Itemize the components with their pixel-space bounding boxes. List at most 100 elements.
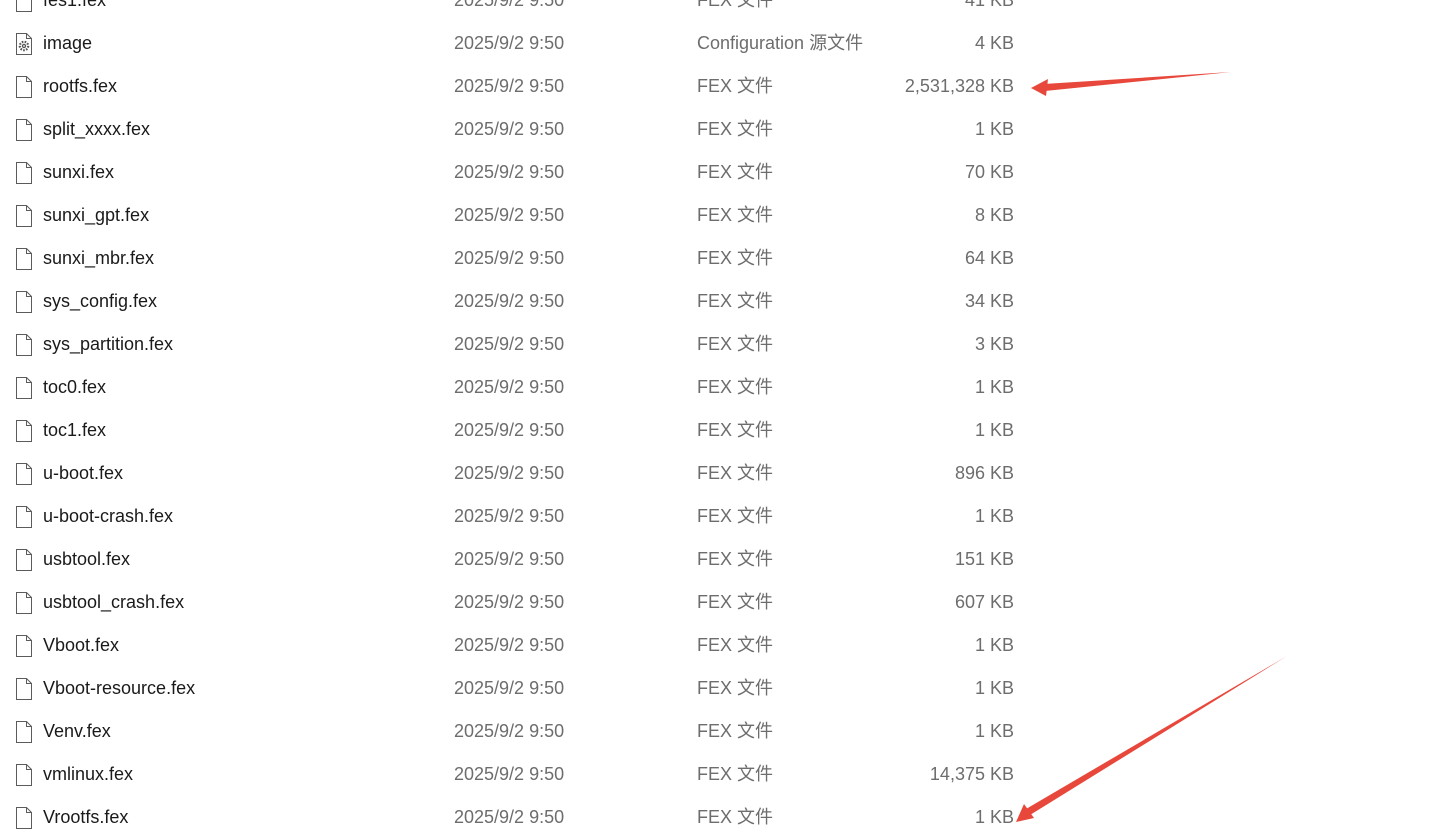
file-modified-date: 2025/9/2 9:50 <box>454 807 565 827</box>
file-modified-date: 2025/9/2 9:50 <box>454 549 565 569</box>
file-row[interactable]: split_xxxx.fex 2025/9/2 9:50 FEX 文件 1 KB <box>0 108 1433 151</box>
file-modified-date: 2025/9/2 9:50 <box>454 0 565 10</box>
blank-file-icon <box>16 291 32 313</box>
file-modified-date: 2025/9/2 9:50 <box>454 764 565 784</box>
file-name: split_xxxx.fex <box>43 119 151 139</box>
file-name: Vboot.fex <box>43 635 120 655</box>
file-row[interactable]: Vrootfs.fex 2025/9/2 9:50 FEX 文件 1 KB <box>0 796 1433 839</box>
file-type: FEX 文件 <box>697 377 774 397</box>
file-modified-date: 2025/9/2 9:50 <box>454 248 565 268</box>
file-size: 2,531,328 KB <box>904 76 1014 96</box>
file-row[interactable]: toc0.fex 2025/9/2 9:50 FEX 文件 1 KB <box>0 366 1433 409</box>
file-size: 64 KB <box>964 248 1014 268</box>
file-type: FEX 文件 <box>697 807 774 827</box>
blank-file-icon <box>16 205 32 227</box>
file-type: FEX 文件 <box>697 291 774 311</box>
file-type: FEX 文件 <box>697 463 774 483</box>
blank-file-icon <box>16 721 32 743</box>
file-name: image <box>43 33 93 53</box>
file-name: sunxi.fex <box>43 162 115 182</box>
file-size: 1 KB <box>974 119 1014 139</box>
file-size: 3 KB <box>974 334 1014 354</box>
file-name: sunxi_mbr.fex <box>43 248 155 268</box>
file-modified-date: 2025/9/2 9:50 <box>454 721 565 741</box>
file-modified-date: 2025/9/2 9:50 <box>454 377 565 397</box>
file-row[interactable]: Vboot-resource.fex 2025/9/2 9:50 FEX 文件 1 K… <box>0 667 1433 710</box>
blank-file-icon <box>16 248 32 270</box>
file-row[interactable]: rootfs.fex 2025/9/2 9:50 FEX 文件 2,531,328 K… <box>0 65 1433 108</box>
file-size: 1 KB <box>974 635 1014 655</box>
blank-file-icon <box>16 463 32 485</box>
blank-file-icon <box>16 420 32 442</box>
file-modified-date: 2025/9/2 9:50 <box>454 205 565 225</box>
file-explorer-view: fes1.fex 2025/9/2 9:50 FEX 文件 41 KB image 202… <box>0 0 1433 839</box>
file-size: 1 KB <box>974 377 1014 397</box>
blank-file-icon <box>16 549 32 571</box>
file-name: u-boot-crash.fex <box>43 506 174 526</box>
file-modified-date: 2025/9/2 9:50 <box>454 334 565 354</box>
file-type: FEX 文件 <box>697 592 774 612</box>
file-name: sys_partition.fex <box>43 334 174 354</box>
file-size: 70 KB <box>964 162 1014 182</box>
file-modified-date: 2025/9/2 9:50 <box>454 162 565 182</box>
file-row[interactable]: toc1.fex 2025/9/2 9:50 FEX 文件 1 KB <box>0 409 1433 452</box>
file-name: vmlinux.fex <box>43 764 134 784</box>
blank-file-icon <box>16 0 32 12</box>
file-row[interactable]: u-boot.fex 2025/9/2 9:50 FEX 文件 896 KB <box>0 452 1433 495</box>
file-row[interactable]: sys_partition.fex 2025/9/2 9:50 FEX 文件 3 KB <box>0 323 1433 366</box>
file-name: sunxi_gpt.fex <box>43 205 150 225</box>
file-size: 1 KB <box>974 420 1014 440</box>
file-type: FEX 文件 <box>697 76 774 96</box>
file-modified-date: 2025/9/2 9:50 <box>454 420 565 440</box>
file-type: FEX 文件 <box>697 119 774 139</box>
file-name: Vboot-resource.fex <box>43 678 196 698</box>
blank-file-icon <box>16 678 32 700</box>
file-size: 34 KB <box>964 291 1014 311</box>
file-type: Configuration 源文件 <box>697 33 864 53</box>
file-type: FEX 文件 <box>697 248 774 268</box>
file-name: Venv.fex <box>43 721 111 741</box>
file-name: u-boot.fex <box>43 463 124 483</box>
file-type: FEX 文件 <box>697 549 774 569</box>
file-modified-date: 2025/9/2 9:50 <box>454 119 565 139</box>
file-name: usbtool.fex <box>43 549 131 569</box>
file-name: toc1.fex <box>43 420 107 440</box>
file-type: FEX 文件 <box>697 721 774 741</box>
file-size: 1 KB <box>974 506 1014 526</box>
file-name: rootfs.fex <box>43 76 118 96</box>
file-type: FEX 文件 <box>697 764 774 784</box>
file-row[interactable]: sys_config.fex 2025/9/2 9:50 FEX 文件 34 KB <box>0 280 1433 323</box>
file-modified-date: 2025/9/2 9:50 <box>454 635 565 655</box>
blank-file-icon <box>16 76 32 98</box>
config-file-icon <box>16 33 32 55</box>
file-row[interactable]: image 2025/9/2 9:50 Configuration 源文件 4 KB <box>0 22 1433 65</box>
file-row[interactable]: fes1.fex 2025/9/2 9:50 FEX 文件 41 KB <box>0 0 1433 22</box>
file-modified-date: 2025/9/2 9:50 <box>454 33 565 53</box>
file-type: FEX 文件 <box>697 635 774 655</box>
file-row[interactable]: sunxi_mbr.fex 2025/9/2 9:50 FEX 文件 64 KB <box>0 237 1433 280</box>
blank-file-icon <box>16 162 32 184</box>
blank-file-icon <box>16 807 32 829</box>
file-row[interactable]: Vboot.fex 2025/9/2 9:50 FEX 文件 1 KB <box>0 624 1433 667</box>
file-row[interactable]: usbtool_crash.fex 2025/9/2 9:50 FEX 文件 607 … <box>0 581 1433 624</box>
file-row[interactable]: Venv.fex 2025/9/2 9:50 FEX 文件 1 KB <box>0 710 1433 753</box>
blank-file-icon <box>16 635 32 657</box>
file-name: usbtool_crash.fex <box>43 592 185 612</box>
file-name: Vrootfs.fex <box>43 807 129 827</box>
file-modified-date: 2025/9/2 9:50 <box>454 291 565 311</box>
file-row[interactable]: usbtool.fex 2025/9/2 9:50 FEX 文件 151 KB <box>0 538 1433 581</box>
file-size: 8 KB <box>974 205 1014 225</box>
blank-file-icon <box>16 334 32 356</box>
blank-file-icon <box>16 506 32 528</box>
file-row[interactable]: vmlinux.fex 2025/9/2 9:50 FEX 文件 14,375 KB <box>0 753 1433 796</box>
blank-file-icon <box>16 592 32 614</box>
file-type: FEX 文件 <box>697 420 774 440</box>
file-size: 1 KB <box>974 678 1014 698</box>
file-row[interactable]: sunxi_gpt.fex 2025/9/2 9:50 FEX 文件 8 KB <box>0 194 1433 237</box>
blank-file-icon <box>16 119 32 141</box>
file-modified-date: 2025/9/2 9:50 <box>454 506 565 526</box>
file-row[interactable]: u-boot-crash.fex 2025/9/2 9:50 FEX 文件 1 KB <box>0 495 1433 538</box>
file-type: FEX 文件 <box>697 0 774 10</box>
blank-file-icon <box>16 377 32 399</box>
file-row[interactable]: sunxi.fex 2025/9/2 9:50 FEX 文件 70 KB <box>0 151 1433 194</box>
